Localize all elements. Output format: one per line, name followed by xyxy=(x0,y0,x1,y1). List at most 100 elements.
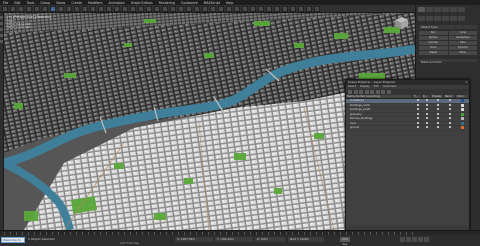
hierarchy-icon[interactable] xyxy=(381,90,385,94)
toolbar-button-icon[interactable] xyxy=(218,5,224,12)
toolbar-button-icon[interactable] xyxy=(234,5,240,12)
toolbar-button-icon[interactable] xyxy=(186,5,192,12)
toolbar-button-icon[interactable] xyxy=(74,5,80,12)
column-header[interactable]: Color xyxy=(456,95,469,98)
display-toggle-icon[interactable] xyxy=(431,126,444,130)
utilities-tab-icon[interactable] xyxy=(458,7,465,12)
filter-icon[interactable] xyxy=(348,90,352,94)
render-toggle-icon[interactable] xyxy=(422,121,431,126)
geometry-icon[interactable] xyxy=(418,16,425,21)
toolbar-button-icon[interactable] xyxy=(122,5,128,12)
column-header[interactable]: Rend xyxy=(444,95,456,98)
create-tube-button[interactable]: Tube xyxy=(448,41,477,45)
toolbar-button-icon[interactable] xyxy=(106,5,112,12)
add-time-tag[interactable]: Add Time Tag xyxy=(120,241,139,245)
lights-icon[interactable] xyxy=(434,16,441,21)
create-tab-icon[interactable] xyxy=(418,7,425,12)
x-coordinate-field[interactable]: X: 1187.34m xyxy=(175,237,213,242)
layer-color-cell[interactable] xyxy=(456,117,469,121)
render-toggle-icon[interactable] xyxy=(422,117,431,121)
render-toggle-icon[interactable] xyxy=(422,126,431,130)
menu-item-graph-editors[interactable]: Graph Editors xyxy=(131,1,153,5)
options-icon[interactable] xyxy=(386,90,391,94)
hierarchy-tab-icon[interactable] xyxy=(434,7,441,12)
create-box-button[interactable]: Box xyxy=(419,31,448,35)
toolbar-button-icon[interactable] xyxy=(82,5,88,12)
toolbar-button-icon[interactable] xyxy=(306,5,312,12)
create-cylinder-button[interactable]: Cylinder xyxy=(419,41,448,45)
toolbar-button-icon[interactable] xyxy=(162,5,168,12)
menu-item-customize[interactable]: Customize xyxy=(181,1,198,5)
viewcube-icon[interactable] xyxy=(392,16,410,30)
cameras-icon[interactable] xyxy=(442,16,449,21)
modify-tab-icon[interactable] xyxy=(426,7,433,12)
maxscript-listener[interactable]: Welcome to xyxy=(1,237,25,243)
toolbar-button-icon[interactable] xyxy=(194,5,200,12)
toolbar-button-icon[interactable] xyxy=(274,5,280,12)
toolbar-button-icon[interactable] xyxy=(2,5,8,12)
display-toggle-icon[interactable] xyxy=(431,103,444,108)
create-cone-button[interactable]: Cone xyxy=(448,31,477,35)
toolbar-button-icon[interactable] xyxy=(42,5,48,12)
render-toggle-icon[interactable] xyxy=(422,103,431,108)
display-toggle-icon[interactable] xyxy=(431,99,444,103)
renderable-toggle-icon[interactable] xyxy=(444,126,456,130)
create-torus-button[interactable]: Torus xyxy=(419,46,448,50)
toolbar-button-icon[interactable] xyxy=(282,5,288,12)
menu-item-help[interactable]: Help xyxy=(226,1,233,5)
toolbar-button-icon[interactable] xyxy=(130,5,136,12)
freeze-toggle-icon[interactable] xyxy=(413,121,422,126)
menu-item-animation[interactable]: Animation xyxy=(109,1,125,5)
layer-color-cell[interactable] xyxy=(456,103,469,108)
go-to-start-icon[interactable] xyxy=(400,237,405,242)
menu-item-maxscript[interactable]: MAXScript xyxy=(204,1,220,5)
column-header[interactable]: Name (Sorted Ascending) xyxy=(346,95,413,98)
column-header[interactable]: Display xyxy=(431,95,444,98)
play-icon[interactable] xyxy=(412,237,417,242)
freeze-toggle-icon[interactable] xyxy=(413,126,422,130)
layer-color-cell[interactable] xyxy=(456,108,469,112)
go-to-end-icon[interactable] xyxy=(424,237,429,242)
layer-color-cell[interactable] xyxy=(456,126,469,130)
shapes-icon[interactable] xyxy=(426,16,433,21)
layer-menu-customize[interactable]: Customize xyxy=(383,85,397,89)
motion-tab-icon[interactable] xyxy=(442,7,449,12)
menu-item-group[interactable]: Group xyxy=(40,1,50,5)
toolbar-button-icon[interactable] xyxy=(210,5,216,12)
toolbar-button-icon[interactable] xyxy=(18,5,24,12)
close-icon[interactable]: × xyxy=(464,80,469,85)
create-sphere-button[interactable]: Sphere xyxy=(419,36,448,40)
render-toggle-icon[interactable] xyxy=(422,112,431,117)
toolbar-button-icon[interactable] xyxy=(146,5,152,12)
rotate-tool-icon[interactable] xyxy=(0,28,3,31)
add-to-layer-icon[interactable] xyxy=(375,90,380,94)
create-pyramid-button[interactable]: Pyramid xyxy=(448,46,477,50)
menu-item-modifiers[interactable]: Modifiers xyxy=(88,1,103,5)
display-tab-icon[interactable] xyxy=(450,7,457,12)
freeze-toggle-icon[interactable] xyxy=(413,112,422,117)
menu-item-tools[interactable]: Tools xyxy=(27,1,35,5)
freeze-toggle-icon[interactable] xyxy=(413,117,422,121)
toolbar-button-icon[interactable] xyxy=(26,5,32,12)
renderable-toggle-icon[interactable] xyxy=(444,103,456,108)
layer-color-cell[interactable] xyxy=(456,99,469,103)
toolbar-button-icon[interactable] xyxy=(90,5,96,12)
toolbar-button-icon[interactable] xyxy=(34,5,40,12)
layer-row[interactable]: ground xyxy=(346,126,469,131)
layer-color-cell[interactable] xyxy=(456,112,469,117)
toolbar-button-icon[interactable] xyxy=(98,5,104,12)
toolbar-button-icon[interactable] xyxy=(202,5,208,12)
create-teapot-button[interactable]: Teapot xyxy=(419,51,448,55)
previous-frame-icon[interactable] xyxy=(406,237,411,242)
move-tool-icon[interactable] xyxy=(0,22,3,25)
freeze-toggle-icon[interactable] xyxy=(413,103,422,108)
renderable-toggle-icon[interactable] xyxy=(444,112,456,117)
toolbar-button-icon[interactable] xyxy=(170,5,176,12)
display-toggle-icon[interactable] xyxy=(431,121,444,126)
freeze-toggle-icon[interactable] xyxy=(413,99,422,103)
menu-item-file[interactable]: File xyxy=(3,1,8,5)
toolbar-button-icon[interactable] xyxy=(138,5,144,12)
render-toggle-icon[interactable] xyxy=(422,108,431,112)
helpers-icon[interactable] xyxy=(450,16,457,21)
invert-icon[interactable] xyxy=(364,90,369,94)
